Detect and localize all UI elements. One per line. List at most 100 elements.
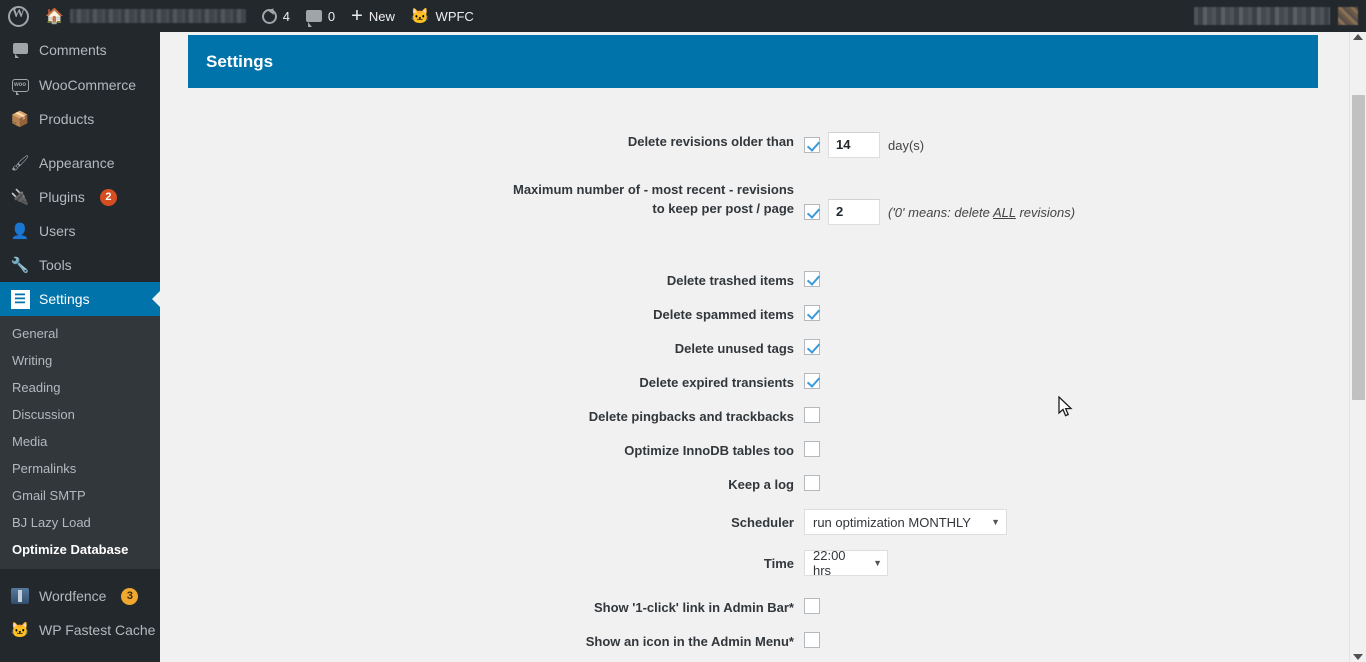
screen-root: 🏠 4 0 + New 🐱 WPFC Comments [0, 0, 1366, 662]
sidebar-item-products[interactable]: 📦 Products [0, 102, 160, 136]
settings-form: Delete revisions older than 14 day(s) Ma… [160, 88, 1366, 662]
row-label-time: Time [763, 556, 794, 571]
checkbox-delete-revisions-older[interactable] [804, 137, 820, 153]
checkbox-delete-spammed-items[interactable] [804, 305, 820, 321]
row-max-revisions: Maximum number of - most recent - revisi… [160, 180, 1366, 225]
account-area[interactable] [1194, 0, 1366, 32]
row-keep-a-log: Keep a log [160, 475, 1366, 494]
settings-submenu: General Writing Reading Discussion Media… [0, 316, 160, 569]
sidebar-item-appearance[interactable]: 🖌 Appearance [0, 146, 160, 180]
wpfc-cat-icon: 🐱 [10, 621, 30, 639]
submenu-item-general[interactable]: General [0, 320, 160, 347]
row-time: Time 22:00 hrs ▼ [160, 548, 1366, 578]
row-controls: 14 day(s) [804, 132, 924, 158]
sidebar-separator [0, 569, 160, 579]
row-controls [804, 271, 820, 287]
submenu-item-writing[interactable]: Writing [0, 347, 160, 374]
select-scheduler[interactable]: run optimization MONTHLY ▼ [804, 509, 1007, 535]
row-optimize-innodb: Optimize InnoDB tables too [160, 441, 1366, 460]
row-delete-trashed: Delete trashed items [160, 271, 1366, 290]
select-time[interactable]: 22:00 hrs ▼ [804, 548, 888, 578]
woocommerce-icon: woo [10, 75, 30, 95]
submenu-item-bj-lazy-load[interactable]: BJ Lazy Load [0, 509, 160, 536]
row-controls: run optimization MONTHLY ▼ [804, 509, 1007, 535]
wpfc-button[interactable]: 🐱 WPFC [403, 0, 482, 32]
submenu-item-discussion[interactable]: Discussion [0, 401, 160, 428]
hint-post: revisions) [1015, 204, 1076, 220]
row-controls [804, 441, 820, 457]
sidebar-separator [0, 136, 160, 146]
updates-count: 4 [282, 8, 290, 24]
sidebar-item-label: WP Fastest Cache [39, 622, 156, 638]
checkbox-delete-unused-tags[interactable] [804, 339, 820, 355]
row-controls [804, 407, 820, 423]
sidebar-item-woocommerce[interactable]: woo WooCommerce [0, 68, 160, 102]
wordfence-icon [10, 586, 30, 606]
checkbox-show-1click-link[interactable] [804, 598, 820, 614]
comments-count: 0 [327, 8, 336, 24]
submenu-item-reading[interactable]: Reading [0, 374, 160, 401]
sidebar-item-wordfence[interactable]: Wordfence 3 [0, 579, 160, 613]
sidebar-item-comments[interactable]: Comments [0, 32, 160, 58]
chevron-down-icon: ▼ [873, 558, 882, 568]
select-time-value: 22:00 hrs [813, 548, 846, 578]
row-label: Optimize InnoDB tables too [624, 443, 794, 458]
checkbox-delete-expired-transients[interactable] [804, 373, 820, 389]
row-label-line2: to keep per post / page [652, 201, 794, 216]
settings-header: Settings [188, 35, 1318, 88]
row-delete-expired-transients: Delete expired transients [160, 373, 1366, 392]
checkbox-optimize-innodb-tables[interactable] [804, 441, 820, 457]
row-label: Delete spammed items [653, 307, 794, 322]
row-delete-unused-tags: Delete unused tags [160, 339, 1366, 358]
sidebar-item-tools[interactable]: 🔧 Tools [0, 248, 160, 282]
submenu-item-media[interactable]: Media [0, 428, 160, 455]
submenu-item-optimize-database[interactable]: Optimize Database [0, 536, 160, 563]
new-label: New [368, 8, 395, 24]
sidebar-item-users[interactable]: 👤 Users [0, 214, 160, 248]
site-name-button[interactable]: 🏠 [37, 0, 254, 32]
chevron-down-icon: ▼ [991, 517, 1000, 527]
row-label: Delete unused tags [674, 341, 794, 356]
checkbox-max-revisions[interactable] [804, 204, 820, 220]
scrollbar-thumb[interactable] [1352, 95, 1365, 400]
row-controls [804, 598, 820, 614]
checkbox-keep-a-log[interactable] [804, 475, 820, 491]
wpfc-label: WPFC [435, 8, 474, 24]
comments-button[interactable]: 0 [298, 0, 343, 32]
input-revision-days[interactable]: 14 [828, 132, 880, 158]
sidebar-item-label: Appearance [39, 155, 115, 171]
row-label: Show an icon in the Admin Menu* [585, 634, 794, 649]
wordpress-logo-button[interactable] [0, 0, 37, 32]
sidebar-item-settings[interactable]: ☰ Settings [0, 282, 160, 316]
row-controls [804, 632, 820, 648]
scroll-down-arrow-icon[interactable] [1353, 654, 1363, 660]
user-icon: 👤 [10, 223, 30, 240]
checkbox-show-admin-menu-icon[interactable] [804, 632, 820, 648]
row-label-scheduler: Scheduler [731, 515, 794, 530]
row-controls [804, 305, 820, 321]
submenu-item-permalinks[interactable]: Permalinks [0, 455, 160, 482]
hint-pre: ('0' means: delete [888, 204, 993, 220]
input-max-revisions[interactable]: 2 [828, 199, 880, 225]
row-label: Delete revisions older than [627, 134, 794, 149]
row-delete-revisions-older: Delete revisions older than 14 day(s) [160, 132, 1366, 158]
new-content-button[interactable]: + New [343, 0, 403, 32]
mouse-cursor [1058, 396, 1073, 417]
sidebar-item-label: Plugins [39, 189, 85, 205]
scroll-up-arrow-icon[interactable] [1353, 34, 1363, 40]
sidebar-item-label: Products [39, 111, 95, 127]
sidebar-item-label: Users [39, 223, 76, 239]
checkbox-delete-pingbacks-trackbacks[interactable] [804, 407, 820, 423]
sidebar-item-plugins[interactable]: 🔌 Plugins 2 [0, 180, 160, 214]
select-scheduler-value: run optimization MONTHLY [813, 514, 971, 530]
row-show-1click-link: Show '1-click' link in Admin Bar* [160, 598, 1366, 617]
paintbrush-icon: 🖌 [10, 155, 30, 172]
page-scrollbar[interactable] [1349, 32, 1366, 662]
wpfc-cat-icon: 🐱 [410, 7, 430, 25]
checkbox-delete-trashed-items[interactable] [804, 271, 820, 287]
submenu-item-gmail-smtp[interactable]: Gmail SMTP [0, 482, 160, 509]
plugin-icon: 🔌 [10, 189, 30, 206]
sidebar-item-wp-fastest-cache[interactable]: 🐱 WP Fastest Cache [0, 613, 160, 647]
updates-button[interactable]: 4 [254, 0, 298, 32]
site-name-blurred [69, 9, 246, 23]
